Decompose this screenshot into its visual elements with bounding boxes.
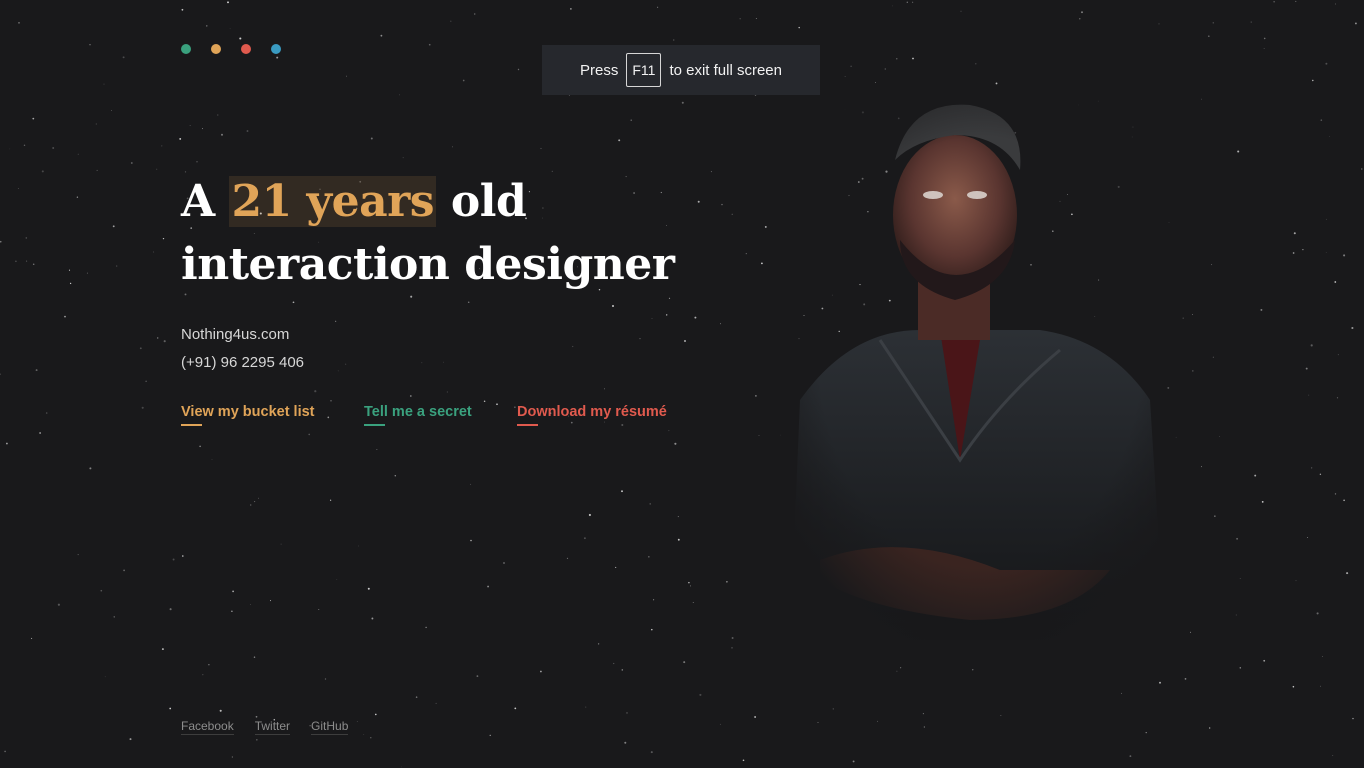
fullscreen-notice: Press F11 to exit full screen [542,45,820,95]
dot-green [181,44,191,54]
hero-line1-b: old [450,176,527,227]
secret-underline [364,424,385,426]
website-link[interactable]: Nothing4us.com [181,326,289,343]
phone-number: (+91) 96 2295 406 [181,354,305,371]
page: Press F11 to exit full screen A 21 years… [0,0,1364,768]
hero-age-highlight: 21 years [229,176,437,227]
secret-label: Tell me a secret [364,404,472,420]
resume-download-link[interactable]: Download my résumé [517,404,667,426]
secret-link[interactable]: Tell me a secret [364,404,472,426]
dot-orange [211,44,221,54]
fullscreen-notice-prefix: Press [580,61,619,79]
bucket-list-underline [181,424,202,426]
bucket-list-label: View my bucket list [181,404,315,420]
dot-blue [271,44,281,54]
hero-headline: A 21 years old interaction designer [181,170,675,296]
hero-line2: interaction designer [181,239,675,290]
hero-line1-a: A [181,176,215,227]
dot-red [241,44,251,54]
color-dots [181,44,281,54]
f11-key: F11 [626,53,662,87]
resume-underline [517,424,538,426]
fullscreen-notice-suffix: to exit full screen [669,61,782,79]
github-link[interactable]: GitHub [311,719,349,735]
resume-label: Download my résumé [517,404,667,420]
twitter-link[interactable]: Twitter [254,719,291,735]
facebook-link[interactable]: Facebook [181,719,234,735]
social-links: Facebook Twitter GitHub [181,719,349,735]
bucket-list-link[interactable]: View my bucket list [181,404,315,426]
portrait-image [770,100,1190,660]
